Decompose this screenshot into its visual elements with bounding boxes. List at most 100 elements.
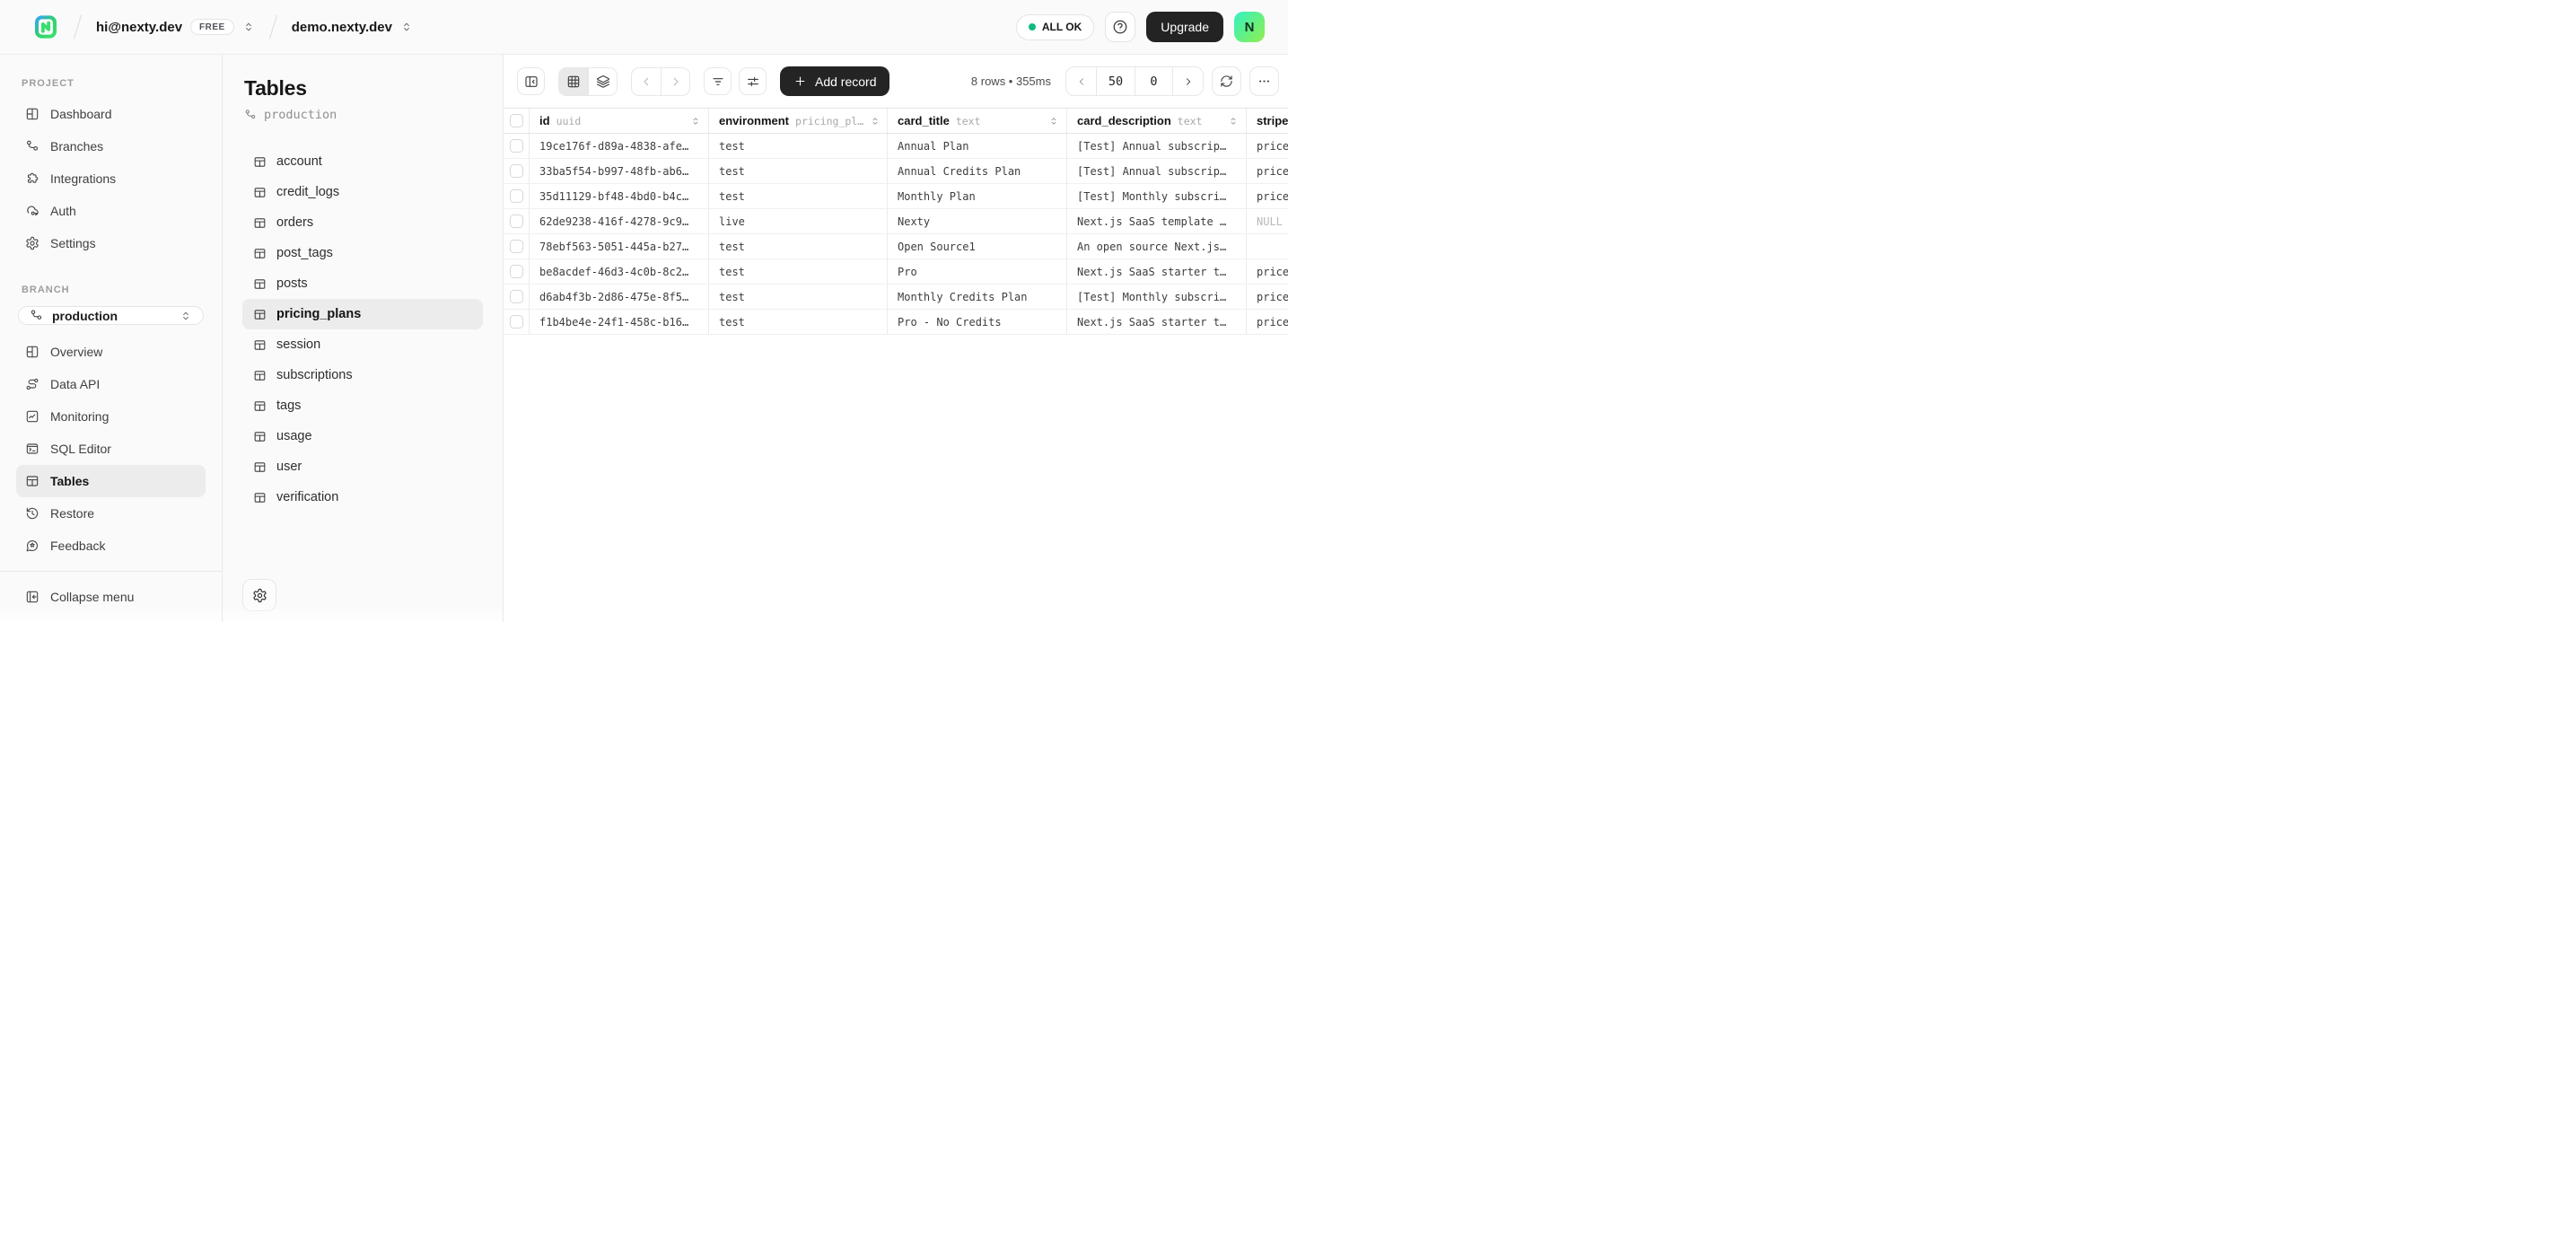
- cell-card_title[interactable]: Monthly Credits Plan: [888, 285, 1067, 309]
- row-checkbox[interactable]: [510, 215, 523, 228]
- cell-id[interactable]: 62de9238-416f-4278-9c9…: [530, 209, 709, 233]
- cell-card_description[interactable]: [Test] Annual subscrip…: [1067, 134, 1247, 158]
- cell-id[interactable]: 78ebf563-5051-445a-b27…: [530, 234, 709, 258]
- row-checkbox[interactable]: [510, 290, 523, 303]
- table-list-item-session[interactable]: session: [242, 329, 483, 360]
- table-list-item-verification[interactable]: verification: [242, 482, 483, 512]
- column-header-card_title[interactable]: card_titletext: [888, 109, 1067, 133]
- sort-settings-button[interactable]: [739, 67, 767, 95]
- collapse-panel-button[interactable]: [517, 67, 545, 95]
- cell-card_description[interactable]: [Test] Monthly subscri…: [1067, 184, 1247, 208]
- chevrons-up-down-icon[interactable]: [400, 21, 413, 33]
- table-list-item-usage[interactable]: usage: [242, 421, 483, 451]
- table-list-item-posts[interactable]: posts: [242, 268, 483, 299]
- more-options-button[interactable]: [1249, 66, 1279, 96]
- row-checkbox[interactable]: [510, 265, 523, 278]
- cell-card_title[interactable]: Annual Plan: [888, 134, 1067, 158]
- forward-button[interactable]: [661, 68, 689, 95]
- cell-stripe[interactable]: NULL: [1247, 209, 1288, 233]
- branch-select[interactable]: production: [18, 306, 204, 325]
- cell-stripe[interactable]: price_: [1247, 134, 1288, 158]
- cell-stripe[interactable]: price_: [1247, 310, 1288, 334]
- status-badge[interactable]: ALL OK: [1016, 14, 1094, 40]
- cell-stripe[interactable]: price_: [1247, 285, 1288, 309]
- cell-id[interactable]: 19ce176f-d89a-4838-afe…: [530, 134, 709, 158]
- sidebar-item-branches[interactable]: Branches: [16, 130, 206, 162]
- sidebar-item-restore[interactable]: Restore: [16, 497, 206, 530]
- sidebar-item-feedback[interactable]: Feedback: [16, 530, 206, 562]
- cell-id[interactable]: be8acdef-46d3-4c0b-8c2…: [530, 259, 709, 284]
- grid-view-button[interactable]: [559, 68, 588, 95]
- table-list-item-credit_logs[interactable]: credit_logs: [242, 177, 483, 207]
- cell-stripe[interactable]: price_: [1247, 184, 1288, 208]
- sidebar-item-tables[interactable]: Tables: [16, 465, 206, 497]
- app-logo-icon[interactable]: [32, 13, 59, 40]
- breadcrumb-project[interactable]: demo.nexty.dev: [292, 20, 413, 35]
- cell-environment[interactable]: test: [709, 134, 888, 158]
- cell-id[interactable]: 33ba5f54-b997-48fb-ab6…: [530, 159, 709, 183]
- column-header-environment[interactable]: environmentpricing_pl…: [709, 109, 888, 133]
- row-checkbox[interactable]: [510, 139, 523, 153]
- cell-card_title[interactable]: Open Source1: [888, 234, 1067, 258]
- chevrons-up-down-icon[interactable]: [242, 21, 255, 33]
- row-checkbox[interactable]: [510, 189, 523, 203]
- cell-card_title[interactable]: Nexty: [888, 209, 1067, 233]
- add-record-button[interactable]: Add record: [780, 66, 889, 96]
- table-list-item-user[interactable]: user: [242, 451, 483, 482]
- select-all-checkbox[interactable]: [510, 114, 523, 127]
- table-list-item-orders[interactable]: orders: [242, 207, 483, 238]
- schema-settings-button[interactable]: [242, 579, 276, 611]
- cell-id[interactable]: f1b4be4e-24f1-458c-b16…: [530, 310, 709, 334]
- cell-card_title[interactable]: Monthly Plan: [888, 184, 1067, 208]
- avatar[interactable]: N: [1234, 12, 1265, 42]
- table-list-item-tags[interactable]: tags: [242, 390, 483, 421]
- sidebar-item-settings[interactable]: Settings: [16, 227, 206, 259]
- sidebar-item-integrations[interactable]: Integrations: [16, 162, 206, 195]
- cell-card_description[interactable]: Next.js SaaS starter t…: [1067, 259, 1247, 284]
- page-size-value[interactable]: 50: [1096, 67, 1135, 95]
- sidebar-item-sql-editor[interactable]: SQL Editor: [16, 433, 206, 465]
- column-header-stripe_[interactable]: stripe_: [1247, 109, 1288, 133]
- back-button[interactable]: [632, 68, 661, 95]
- column-header-card_description[interactable]: card_descriptiontext: [1067, 109, 1247, 133]
- table-list-item-subscriptions[interactable]: subscriptions: [242, 360, 483, 390]
- schema-view-button[interactable]: [588, 68, 617, 95]
- cell-card_description[interactable]: [Test] Monthly subscri…: [1067, 285, 1247, 309]
- sidebar-item-data-api[interactable]: Data API: [16, 368, 206, 400]
- help-button[interactable]: [1105, 12, 1135, 42]
- column-header-id[interactable]: iduuid: [530, 109, 709, 133]
- row-checkbox[interactable]: [510, 164, 523, 178]
- cell-environment[interactable]: test: [709, 234, 888, 258]
- cell-environment[interactable]: test: [709, 184, 888, 208]
- page-index-value[interactable]: 0: [1135, 67, 1173, 95]
- sidebar-item-overview[interactable]: Overview: [16, 336, 206, 368]
- cell-environment[interactable]: test: [709, 310, 888, 334]
- cell-id[interactable]: d6ab4f3b-2d86-475e-8f5…: [530, 285, 709, 309]
- cell-environment[interactable]: live: [709, 209, 888, 233]
- cell-card_title[interactable]: Annual Credits Plan: [888, 159, 1067, 183]
- sidebar-item-auth[interactable]: Auth: [16, 195, 206, 227]
- table-list-item-post_tags[interactable]: post_tags: [242, 238, 483, 268]
- cell-card_title[interactable]: Pro - No Credits: [888, 310, 1067, 334]
- sidebar-item-monitoring[interactable]: Monitoring: [16, 400, 206, 433]
- prev-page-button[interactable]: [1066, 67, 1096, 95]
- cell-card_description[interactable]: Next.js SaaS template …: [1067, 209, 1247, 233]
- cell-environment[interactable]: test: [709, 159, 888, 183]
- cell-id[interactable]: 35d11129-bf48-4bd0-b4c…: [530, 184, 709, 208]
- collapse-menu-button[interactable]: Collapse menu: [16, 581, 206, 613]
- cell-stripe[interactable]: [1247, 234, 1288, 258]
- cell-card_description[interactable]: Next.js SaaS starter t…: [1067, 310, 1247, 334]
- filter-button[interactable]: [704, 67, 732, 95]
- table-list-item-pricing_plans[interactable]: pricing_plans: [242, 299, 483, 329]
- cell-stripe[interactable]: price_: [1247, 159, 1288, 183]
- upgrade-button[interactable]: Upgrade: [1146, 12, 1223, 42]
- cell-environment[interactable]: test: [709, 285, 888, 309]
- breadcrumb-org[interactable]: hi@nexty.dev FREE: [96, 19, 255, 35]
- row-checkbox[interactable]: [510, 315, 523, 329]
- cell-stripe[interactable]: price_: [1247, 259, 1288, 284]
- next-page-button[interactable]: [1173, 67, 1203, 95]
- cell-card_description[interactable]: [Test] Annual subscrip…: [1067, 159, 1247, 183]
- cell-environment[interactable]: test: [709, 259, 888, 284]
- sidebar-item-dashboard[interactable]: Dashboard: [16, 98, 206, 130]
- refresh-button[interactable]: [1212, 66, 1241, 96]
